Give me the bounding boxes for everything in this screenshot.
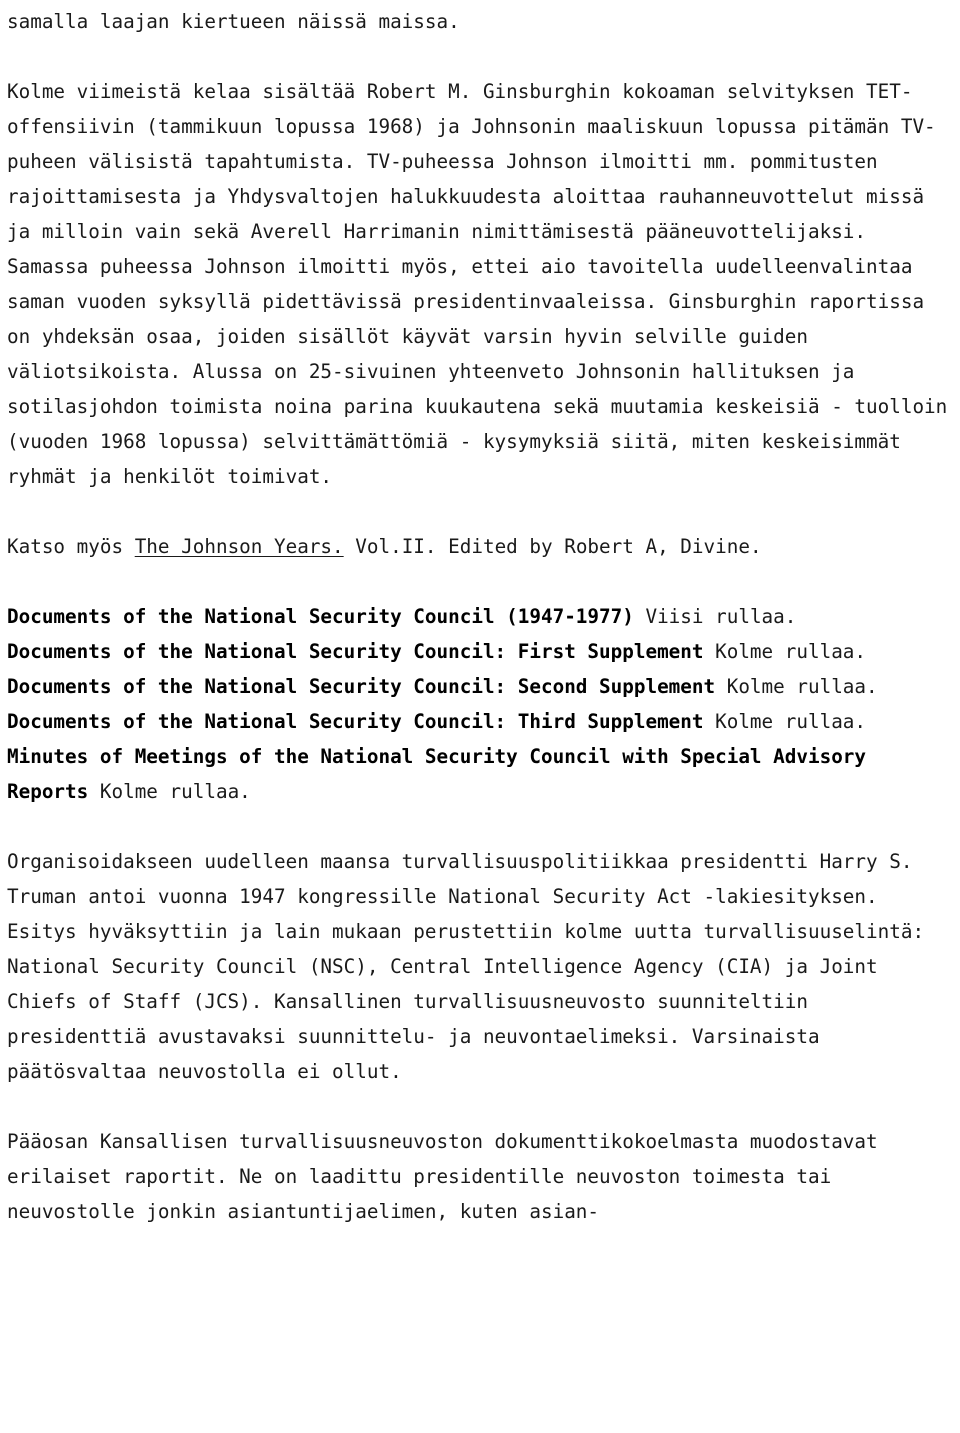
book-title-underlined: The Johnson Years. [134,535,344,558]
collection-entry-5: Minutes of Meetings of the National Secu… [7,739,953,809]
collection-entry-4: Documents of the National Security Counc… [7,704,953,739]
collection-title-4: Documents of the National Security Counc… [7,710,704,733]
collection-note-5: Kolme rullaa. [88,780,251,803]
paragraph-5: Pääosan Kansallisen turvallisuusneuvosto… [7,1130,890,1223]
collection-note-3: Kolme rullaa. [715,675,878,698]
collection-entry-2: Documents of the National Security Counc… [7,634,953,669]
collection-title-2: Documents of the National Security Counc… [7,640,704,663]
paragraph-4: Organisoidakseen uudelleen maansa turval… [7,850,936,1083]
paragraph-2: Kolme viimeistä kelaa sisältää Robert M.… [7,80,959,488]
collection-note-2: Kolme rullaa. [703,640,867,663]
document-page: samalla laajan kiertueen näissä maissa. … [0,0,960,1433]
collection-title-3: Documents of the National Security Counc… [7,675,716,698]
document-text-body: samalla laajan kiertueen näissä maissa. … [7,4,953,1229]
collection-title-1: Documents of the National Security Counc… [7,605,634,628]
collection-note-4: Kolme rullaa. [703,710,867,733]
collection-entry-3: Documents of the National Security Counc… [7,669,953,704]
see-also-prefix: Katso myös [7,535,135,558]
paragraph-3-see-also: Katso myös The Johnson Years. Vol.II. Ed… [7,529,953,564]
see-also-suffix: Vol.II. Edited by Robert A, Divine. [343,535,762,558]
collection-note-1: Viisi rullaa. [633,605,797,628]
collection-entry-1: Documents of the National Security Counc… [7,599,953,634]
paragraph-1: samalla laajan kiertueen näissä maissa. [7,10,460,33]
